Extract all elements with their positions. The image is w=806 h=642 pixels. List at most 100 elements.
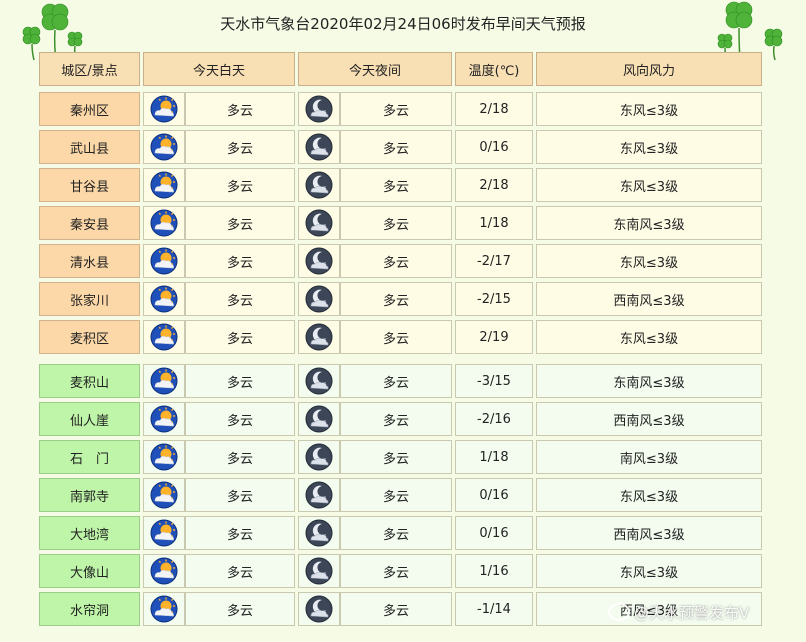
day-weather-icon-cell [143,244,185,278]
night-weather-text: 多云 [340,92,452,126]
wind-cell: 东风≤3级 [536,92,762,126]
temperature-cell: -1/14 [455,592,533,626]
day-weather-icon-cell [143,478,185,512]
partly-cloudy-night-icon [305,367,333,395]
night-weather-text: 多云 [340,592,452,626]
night-weather-text: 多云 [340,402,452,436]
area-name-cell: 秦安县 [39,206,140,240]
night-weather-icon-cell [298,440,340,474]
night-weather-text: 多云 [340,364,452,398]
day-weather-text: 多云 [185,516,295,550]
partly-cloudy-day-icon [150,171,178,199]
temperature-cell: 2/19 [455,320,533,354]
night-weather-text: 多云 [340,554,452,588]
wind-cell: 东风≤3级 [536,478,762,512]
day-weather-text: 多云 [185,554,295,588]
partly-cloudy-day-icon [150,323,178,351]
day-weather-icon-cell [143,364,185,398]
partly-cloudy-day-icon [150,95,178,123]
night-weather-text: 多云 [340,244,452,278]
partly-cloudy-night-icon [305,323,333,351]
partly-cloudy-night-icon [305,443,333,471]
night-weather-icon-cell [298,402,340,436]
watermark-text: @天水预警发布V [634,603,750,622]
partly-cloudy-night-icon [305,557,333,585]
wind-cell: 西南风≤3级 [536,516,762,550]
partly-cloudy-day-icon [150,595,178,623]
partly-cloudy-night-icon [305,405,333,433]
partly-cloudy-day-icon [150,519,178,547]
column-header-wind: 风向风力 [536,52,762,86]
day-weather-icon-cell [143,168,185,202]
day-weather-icon-cell [143,320,185,354]
night-weather-icon-cell [298,320,340,354]
night-weather-icon-cell [298,244,340,278]
night-weather-icon-cell [298,282,340,316]
day-weather-icon-cell [143,92,185,126]
day-weather-text: 多云 [185,402,295,436]
night-weather-text: 多云 [340,516,452,550]
day-weather-text: 多云 [185,364,295,398]
wind-cell: 西南风≤3级 [536,282,762,316]
night-weather-icon-cell [298,206,340,240]
area-name-cell: 秦州区 [39,92,140,126]
area-name-cell: 南郭寺 [39,478,140,512]
day-weather-icon-cell [143,282,185,316]
partly-cloudy-night-icon [305,171,333,199]
day-weather-text: 多云 [185,320,295,354]
night-weather-text: 多云 [340,130,452,164]
area-name-cell: 水帘洞 [39,592,140,626]
night-weather-text: 多云 [340,320,452,354]
partly-cloudy-day-icon [150,285,178,313]
wind-cell: 东风≤3级 [536,168,762,202]
day-weather-icon-cell [143,402,185,436]
temperature-cell: 1/18 [455,206,533,240]
partly-cloudy-day-icon [150,481,178,509]
temperature-cell: 0/16 [455,478,533,512]
temperature-cell: 2/18 [455,168,533,202]
night-weather-icon-cell [298,130,340,164]
wind-cell: 东南风≤3级 [536,364,762,398]
partly-cloudy-day-icon [150,367,178,395]
partly-cloudy-night-icon [305,285,333,313]
column-header-night: 今天夜间 [298,52,452,86]
temperature-cell: 1/16 [455,554,533,588]
area-name-cell: 甘谷县 [39,168,140,202]
partly-cloudy-night-icon [305,595,333,623]
night-weather-text: 多云 [340,168,452,202]
partly-cloudy-night-icon [305,247,333,275]
temperature-cell: -2/15 [455,282,533,316]
wind-cell: 东风≤3级 [536,554,762,588]
day-weather-text: 多云 [185,92,295,126]
day-weather-icon-cell [143,554,185,588]
night-weather-icon-cell [298,168,340,202]
day-weather-text: 多云 [185,130,295,164]
temperature-cell: 2/18 [455,92,533,126]
temperature-cell: 1/18 [455,440,533,474]
day-weather-icon-cell [143,206,185,240]
partly-cloudy-night-icon [305,209,333,237]
day-weather-text: 多云 [185,168,295,202]
partly-cloudy-day-icon [150,405,178,433]
column-header-day: 今天白天 [143,52,295,86]
night-weather-text: 多云 [340,478,452,512]
partly-cloudy-day-icon [150,557,178,585]
watermark: @天水预警发布V [608,600,804,624]
night-weather-icon-cell [298,516,340,550]
temperature-cell: -2/16 [455,402,533,436]
temperature-cell: -3/15 [455,364,533,398]
page-title: 天水市气象台2020年02月24日06时发布早间天气预报 [220,15,586,33]
wind-cell: 南风≤3级 [536,440,762,474]
area-name-cell: 张家川 [39,282,140,316]
night-weather-icon-cell [298,364,340,398]
day-weather-icon-cell [143,516,185,550]
night-weather-text: 多云 [340,206,452,240]
temperature-cell: -2/17 [455,244,533,278]
area-name-cell: 石 门 [39,440,140,474]
day-weather-icon-cell [143,440,185,474]
weibo-logo-icon [608,603,630,621]
night-weather-text: 多云 [340,282,452,316]
partly-cloudy-day-icon [150,247,178,275]
wind-cell: 东风≤3级 [536,130,762,164]
temperature-cell: 0/16 [455,130,533,164]
